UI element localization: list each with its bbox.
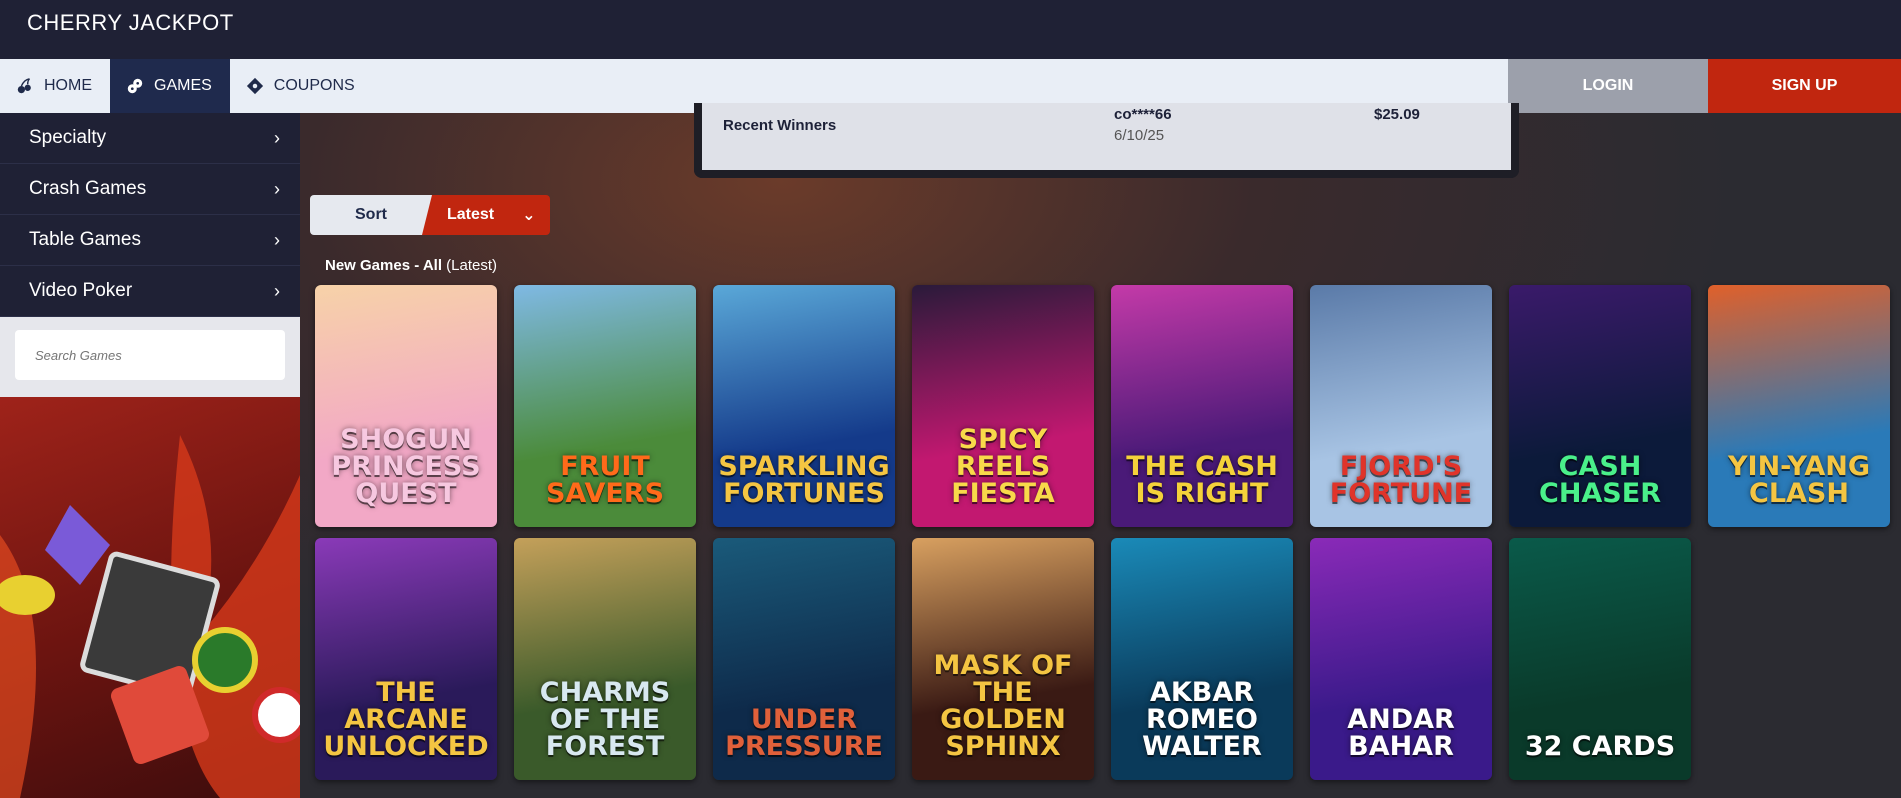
game-tile[interactable]: SPARKLING FORTUNES: [713, 285, 895, 527]
game-title: SPICY REELS FIESTA: [951, 424, 1055, 509]
game-title: CHARMS OF THE FOREST: [539, 677, 671, 762]
game-tile[interactable]: CHARMS OF THE FOREST: [514, 538, 696, 780]
game-tile[interactable]: FRUIT SAVERS: [514, 285, 696, 527]
gamepad-icon: [127, 78, 143, 94]
game-tile[interactable]: MASK OF THE GOLDEN SPHINX: [912, 538, 1094, 780]
main-content: Recent Winners co****66 6/10/25 $25.09 S…: [300, 103, 1901, 798]
sidebar-item-label: Table Games: [29, 229, 141, 250]
nav-home[interactable]: HOME: [0, 59, 110, 113]
sort-control: Sort Latest ⌄: [310, 195, 550, 235]
recent-winners-label: Recent Winners: [723, 117, 837, 134]
sort-dropdown[interactable]: Latest ⌄: [422, 195, 550, 235]
sidebar-item-table-games[interactable]: Table Games ›: [0, 215, 300, 266]
game-title: 32 CARDS: [1524, 731, 1676, 762]
sidebar-item-crash-games[interactable]: Crash Games ›: [0, 164, 300, 215]
search-area: [0, 317, 300, 397]
recent-winners-panel: Recent Winners co****66 6/10/25 $25.09: [694, 103, 1519, 178]
game-title: SHOGUN PRINCESS QUEST: [331, 424, 481, 509]
nav-coupons-label: COUPONS: [273, 77, 355, 94]
game-tile[interactable]: YIN-YANG CLASH: [1708, 285, 1890, 527]
game-tile[interactable]: THE CASH IS RIGHT: [1111, 285, 1293, 527]
game-tile[interactable]: FJORD'S FORTUNE: [1310, 285, 1492, 527]
sort-selected-value: Latest: [447, 206, 495, 223]
winner-date: 6/10/25: [1114, 127, 1165, 144]
game-title: YIN-YANG CLASH: [1727, 451, 1871, 509]
winner-username: co****66: [1114, 106, 1172, 123]
chevron-down-icon: ⌄: [522, 207, 536, 224]
casino-decoration-image: [0, 435, 300, 798]
login-button[interactable]: LOGIN: [1508, 59, 1708, 113]
chevron-right-icon: ›: [274, 127, 280, 148]
sidebar-item-label: Specialty: [29, 127, 107, 148]
sidebar: Specialty › Crash Games › Table Games › …: [0, 113, 300, 798]
cherry-icon: [17, 78, 31, 94]
nav-games[interactable]: GAMES: [110, 59, 230, 113]
game-tile[interactable]: UNDER PRESSURE: [713, 538, 895, 780]
search-input[interactable]: [15, 330, 285, 380]
category-menu: Specialty › Crash Games › Table Games › …: [0, 113, 300, 317]
game-tile[interactable]: SHOGUN PRINCESS QUEST: [315, 285, 497, 527]
game-tile[interactable]: CASH CHASER: [1509, 285, 1691, 527]
nav-games-label: GAMES: [154, 77, 212, 94]
game-tile[interactable]: ANDAR BAHAR: [1310, 538, 1492, 780]
top-header: CHERRY JACKPOT: [0, 0, 1901, 59]
sidebar-item-video-poker[interactable]: Video Poker ›: [0, 266, 300, 317]
game-tile[interactable]: THE ARCANE UNLOCKED: [315, 538, 497, 780]
winner-amount: $25.09: [1374, 106, 1420, 123]
game-tile[interactable]: SPICY REELS FIESTA: [912, 285, 1094, 527]
section-title: New Games - All (Latest): [325, 257, 497, 274]
site-logo[interactable]: CHERRY JACKPOT: [27, 10, 234, 36]
sidebar-item-specialty[interactable]: Specialty ›: [0, 113, 300, 164]
ticket-icon: [246, 77, 263, 95]
section-title-main: New Games - All: [325, 257, 442, 274]
signup-button[interactable]: SIGN UP: [1708, 59, 1901, 113]
game-title: FJORD'S FORTUNE: [1329, 451, 1473, 509]
game-title: ANDAR BAHAR: [1347, 704, 1455, 762]
game-title: FRUIT SAVERS: [545, 451, 665, 509]
game-title: THE CASH IS RIGHT: [1126, 451, 1278, 509]
nav-home-label: HOME: [44, 77, 92, 94]
sort-label: Sort: [310, 195, 432, 235]
game-title: AKBAR ROMEO WALTER: [1142, 677, 1262, 762]
game-title: SPARKLING FORTUNES: [718, 451, 890, 509]
sidebar-item-label: Crash Games: [29, 178, 147, 199]
chevron-right-icon: ›: [274, 178, 280, 199]
chevron-right-icon: ›: [274, 229, 280, 250]
nav-coupons[interactable]: COUPONS: [230, 59, 373, 113]
chevron-right-icon: ›: [274, 280, 280, 301]
game-tile[interactable]: AKBAR ROMEO WALTER: [1111, 538, 1293, 780]
section-title-suffix: (Latest): [446, 257, 498, 274]
game-title: UNDER PRESSURE: [725, 704, 883, 762]
sidebar-item-label: Video Poker: [29, 280, 133, 301]
game-tile[interactable]: 32 CARDS: [1509, 538, 1691, 780]
game-title: THE ARCANE UNLOCKED: [323, 677, 489, 762]
game-title: CASH CHASER: [1539, 451, 1661, 509]
game-title: MASK OF THE GOLDEN SPHINX: [933, 650, 1073, 762]
